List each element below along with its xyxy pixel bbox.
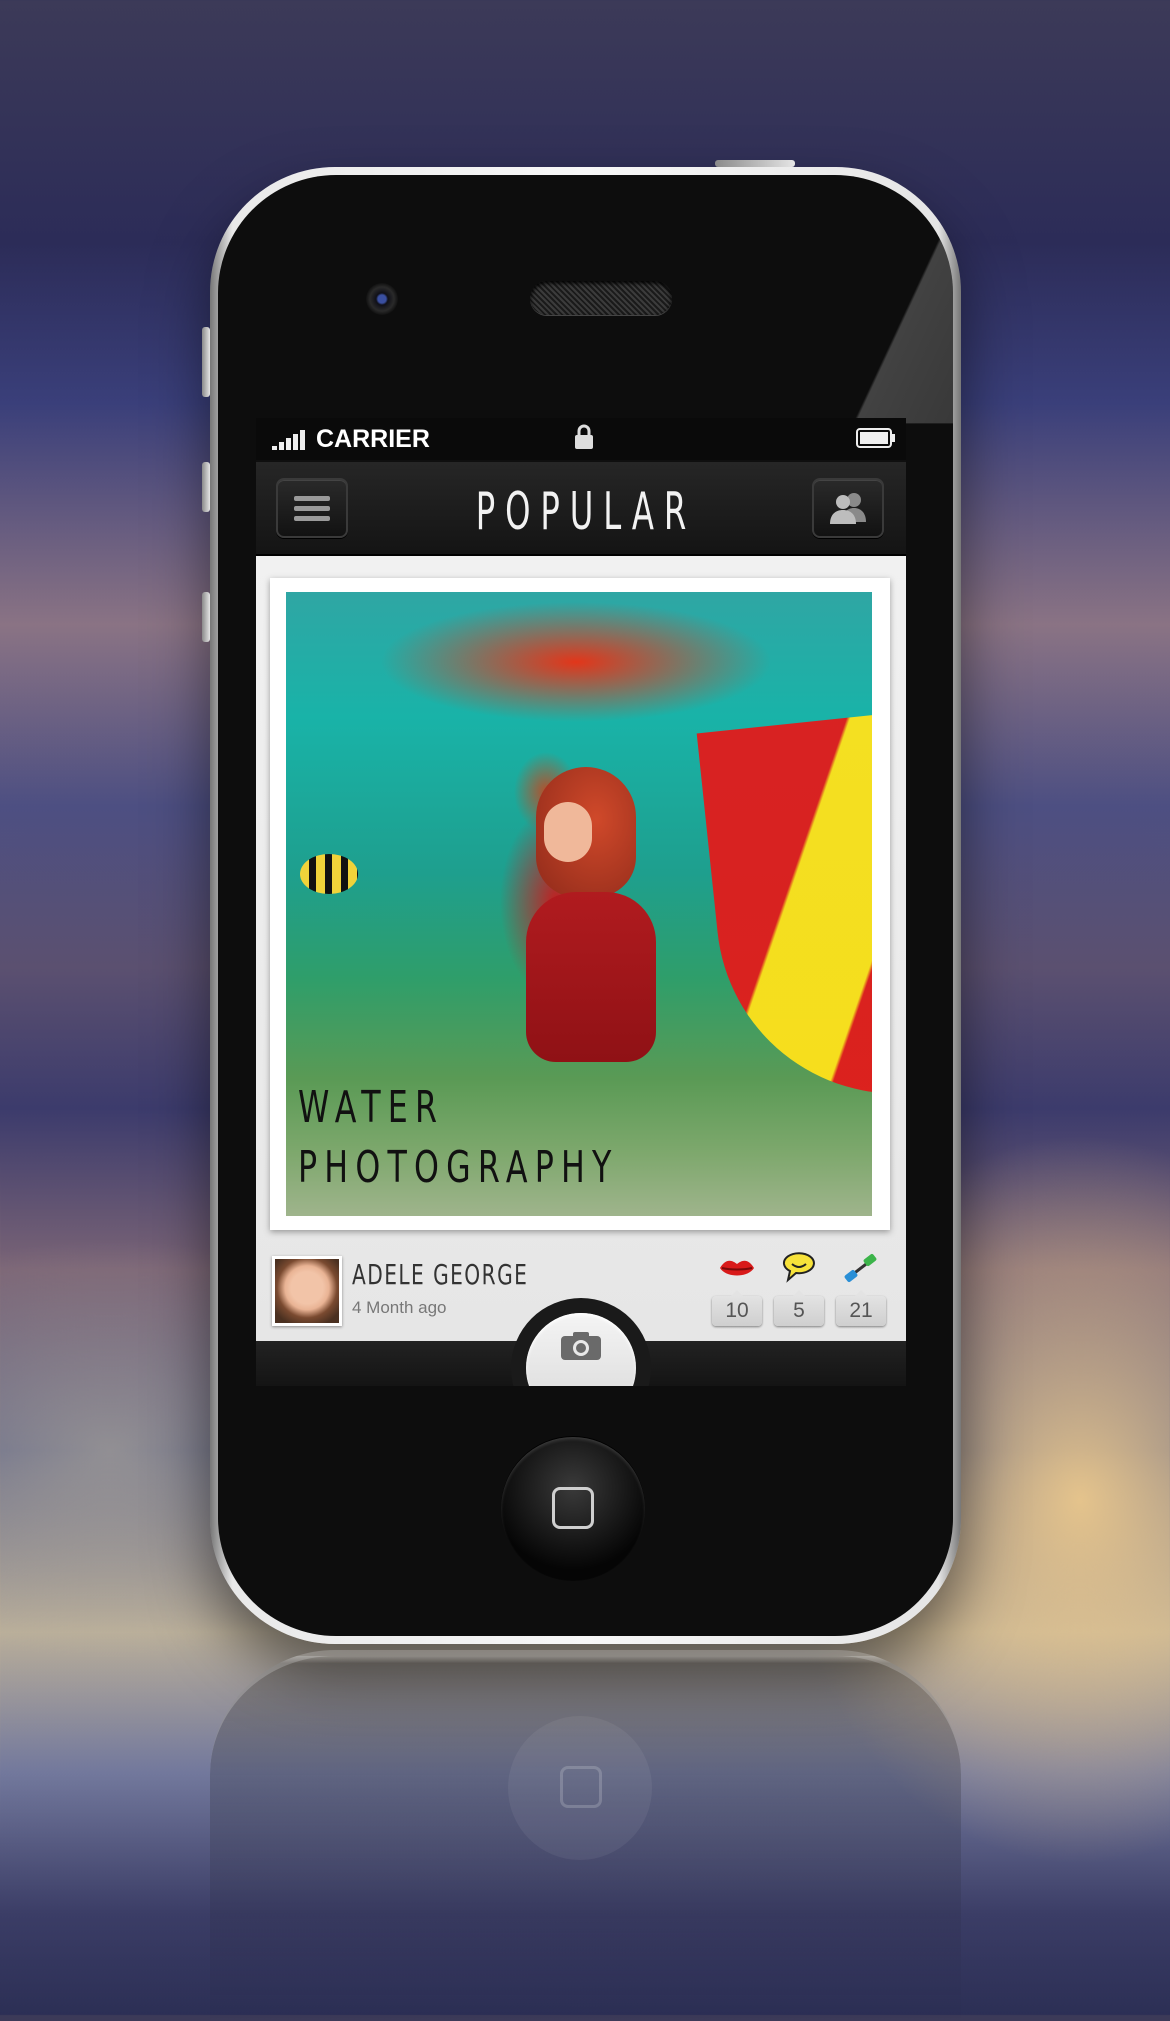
camera-icon [561, 1332, 601, 1360]
menu-icon [294, 496, 330, 521]
share-count: 21 [836, 1290, 886, 1326]
battery-icon [856, 428, 895, 448]
front-camera [366, 283, 398, 315]
comment-stat-button[interactable]: 5 [774, 1252, 824, 1332]
photo-subject-dress [526, 892, 656, 1062]
kiss-stat-button[interactable]: 10 [712, 1252, 762, 1332]
page-title: POPULAR [475, 482, 697, 542]
umbrella-shape [696, 712, 872, 1112]
fish-shape [300, 854, 358, 894]
caption-line-2: PHOTOGRAPHY [298, 1142, 619, 1193]
feed-content: WATER PHOTOGRAPHY ADELE GEORGE 4 Month a… [256, 556, 906, 1341]
share-icon [844, 1253, 877, 1283]
carrier-label: CARRIER [316, 425, 430, 453]
friends-button[interactable] [812, 478, 884, 538]
photo-subject-face [544, 802, 592, 862]
power-button [715, 160, 795, 167]
home-square-icon [552, 1487, 594, 1529]
friends-icon [830, 493, 866, 524]
photo-card[interactable]: WATER PHOTOGRAPHY [270, 578, 890, 1230]
menu-button[interactable] [276, 478, 348, 538]
photo-caption: WATER PHOTOGRAPHY [298, 1078, 619, 1198]
phone-reflection [210, 1650, 961, 2021]
kiss-count: 10 [712, 1290, 762, 1326]
caption-line-1: WATER [298, 1082, 445, 1133]
reflection-home-square-icon [560, 1766, 602, 1808]
volume-up-button [202, 462, 210, 512]
phone-screen: CARRIER POPULAR WATER PHOTOGRAPHY ADELE … [256, 418, 906, 1386]
earpiece-speaker [530, 281, 672, 315]
volume-down-button [202, 592, 210, 642]
lock-icon [575, 424, 593, 449]
avatar[interactable] [272, 1256, 342, 1326]
status-bar: CARRIER [256, 418, 906, 460]
author-name[interactable]: ADELE GEORGE [352, 1258, 528, 1291]
side-button [202, 327, 210, 397]
nav-bar: POPULAR [256, 462, 906, 556]
share-stat-button[interactable]: 21 [836, 1252, 886, 1332]
reflection-home-button [508, 1716, 652, 1860]
home-button[interactable] [501, 1437, 645, 1581]
lips-icon [720, 1260, 754, 1276]
post-photo[interactable]: WATER PHOTOGRAPHY [286, 592, 872, 1216]
post-timestamp: 4 Month ago [352, 1298, 447, 1317]
speech-bubble-icon [782, 1252, 815, 1283]
comment-count: 5 [774, 1290, 824, 1326]
signal-icon [272, 430, 305, 450]
